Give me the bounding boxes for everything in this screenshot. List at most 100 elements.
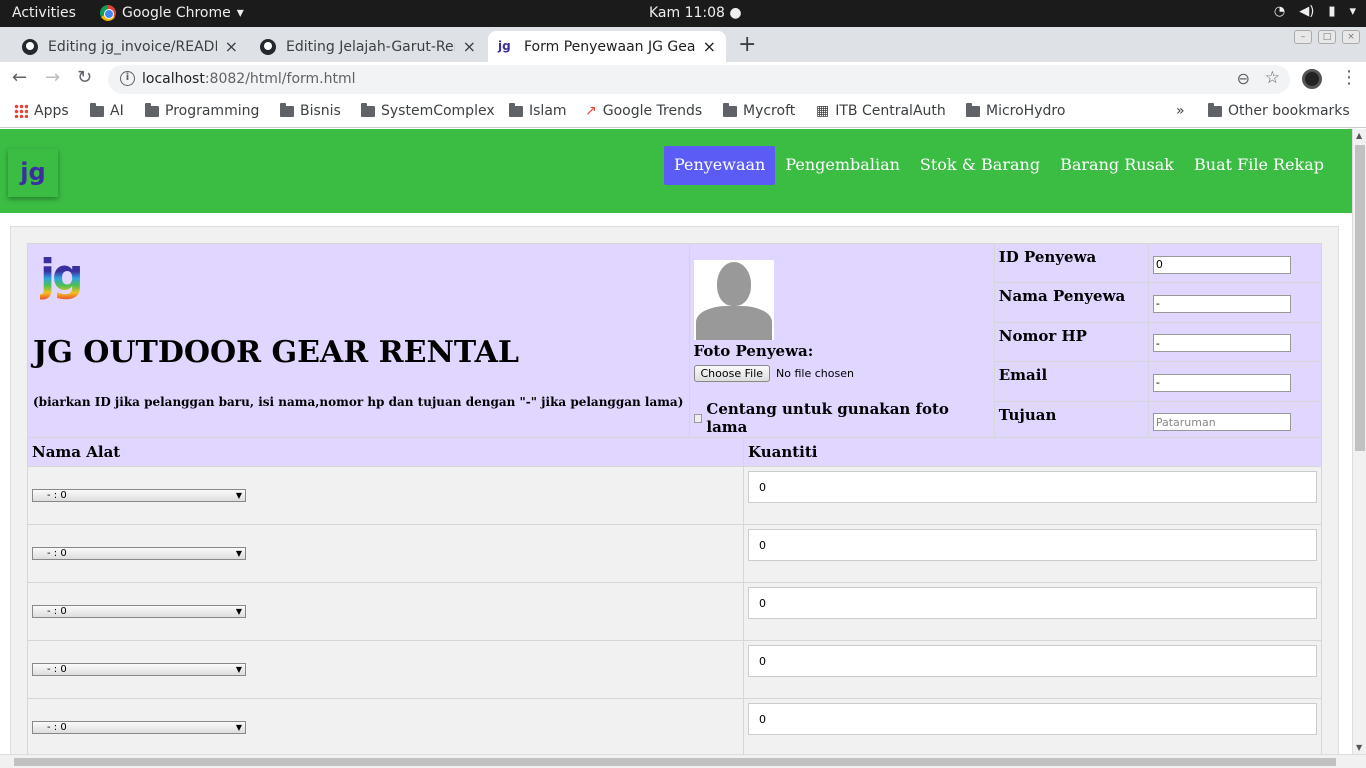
reload-icon[interactable]: ↻ (77, 67, 92, 88)
field-input-cell (1147, 400, 1323, 442)
bookmark-ai[interactable]: AI (90, 102, 124, 119)
scroll-thumb[interactable] (1355, 145, 1365, 451)
nav-barang-rusak[interactable]: Barang Rusak (1050, 146, 1184, 185)
tab-strip: Editing jg_invoice/READM × Editing Jelaj… (0, 27, 1366, 62)
table-row: - : 0 ▼ 0 (27, 582, 1322, 641)
close-icon[interactable]: × (225, 37, 238, 56)
bookmark-islam[interactable]: Islam (509, 102, 567, 119)
system-tray[interactable]: ◔ ◀) ▮ ▾ (1274, 4, 1356, 19)
volume-icon: ◀) (1299, 4, 1315, 19)
forward-icon[interactable]: → (45, 67, 60, 88)
new-tab-button[interactable]: + (738, 32, 756, 57)
nav-buat-file-rekap[interactable]: Buat File Rekap (1184, 146, 1334, 185)
item-select[interactable]: - : 0 ▼ (32, 721, 246, 734)
nama-penyewa-input[interactable] (1152, 294, 1291, 313)
back-icon[interactable]: ← (12, 67, 27, 88)
choose-file-button[interactable]: Choose File (693, 365, 771, 382)
field-label: Nama Penyewa (993, 282, 1149, 323)
item-select[interactable]: - : 0 ▼ (32, 663, 246, 676)
bookmark-systemcomplex[interactable]: SystemComplex (361, 102, 495, 119)
zoom-icon[interactable]: ⊖ (1237, 69, 1250, 88)
tujuan-input[interactable] (1152, 413, 1291, 432)
address-bar[interactable]: i localhost:8082/html/form.html ⊖ ☆ (108, 65, 1290, 94)
quantity-input[interactable]: 0 (748, 529, 1317, 561)
bookmark-programming[interactable]: Programming (145, 102, 259, 119)
scroll-down-icon[interactable]: ▼ (1356, 743, 1362, 752)
field-label: Nomor HP (993, 321, 1149, 363)
id-penyewa-input[interactable] (1152, 255, 1291, 274)
bookmark-itb-centralauth[interactable]: ▦ ITB CentralAuth (816, 103, 946, 119)
app-menu[interactable]: Google Chrome ▾ (100, 5, 244, 21)
chevron-down-icon: ▾ (236, 5, 244, 21)
clock[interactable]: Kam 11:08 ● (649, 5, 742, 21)
quantity-input[interactable]: 0 (748, 703, 1317, 735)
table-row: - : 0 ▼ 0 (27, 466, 1322, 525)
field-label: ID Penyewa (993, 242, 1149, 284)
bookmark-other[interactable]: Other bookmarks (1208, 102, 1350, 119)
nav-links: Penyewaan Pengembalian Stok & Barang Bar… (663, 146, 1334, 185)
scroll-up-icon[interactable]: ▲ (1356, 131, 1362, 140)
quantity-input[interactable]: 0 (748, 471, 1317, 503)
item-select[interactable]: - : 0 ▼ (32, 605, 246, 618)
use-old-photo-checkbox[interactable] (693, 413, 703, 423)
site-logo[interactable]: jg (8, 149, 58, 197)
bookmark-google-trends[interactable]: ↗ Google Trends (585, 103, 702, 119)
bookmarks-bar: Apps AI Programming Bisnis SystemComplex… (0, 96, 1366, 128)
github-icon (22, 38, 38, 55)
star-icon[interactable]: ☆ (1265, 68, 1280, 88)
app-name: Google Chrome (122, 5, 231, 21)
email-input[interactable] (1152, 373, 1291, 392)
apps-grid-icon (14, 104, 28, 118)
tab-readme[interactable]: Editing jg_invoice/READM × (12, 31, 248, 62)
trends-icon: ↗ (585, 103, 597, 119)
tab-title: Form Penyewaan JG Gear (524, 38, 695, 55)
minimize-icon[interactable]: – (1294, 30, 1312, 44)
profile-avatar[interactable] (1302, 69, 1322, 89)
bookmark-apps[interactable]: Apps (14, 103, 69, 119)
field-label: Email (993, 361, 1149, 402)
vertical-scrollbar[interactable]: ▲ ▼ (1352, 129, 1366, 754)
use-old-photo-row: Centang untuk gunakan foto lama (693, 400, 990, 436)
close-window-icon[interactable]: × (1342, 30, 1360, 44)
maximize-icon[interactable]: □ (1318, 30, 1336, 44)
horizontal-scrollbar[interactable] (0, 754, 1366, 768)
itb-icon: ▦ (816, 103, 830, 119)
scroll-thumb[interactable] (14, 758, 1336, 766)
form-container: jg JG OUTDOOR GEAR RENTAL (biarkan ID ji… (10, 226, 1339, 754)
item-select[interactable]: - : 0 ▼ (32, 547, 246, 560)
table-row: - : 0 ▼ 0 (27, 698, 1322, 754)
bookmark-bisnis[interactable]: Bisnis (280, 102, 341, 119)
tab-jelajah[interactable]: Editing Jelajah-Garut-Ren × (250, 31, 486, 62)
folder-icon (966, 102, 980, 117)
quantity-input[interactable]: 0 (748, 587, 1317, 619)
bookmark-microhydro[interactable]: MicroHydro (966, 102, 1065, 119)
activities-button[interactable]: Activities (12, 5, 76, 21)
field-input-cell (1147, 242, 1323, 284)
info-icon[interactable]: i (120, 71, 135, 86)
close-icon[interactable]: × (463, 37, 476, 56)
nav-penyewaan[interactable]: Penyewaan (663, 146, 776, 185)
page-viewport: jg Penyewaan Pengembalian Stok & Barang … (0, 129, 1352, 754)
use-old-photo-label: Centang untuk gunakan foto lama (706, 400, 949, 436)
file-input: Choose File No file chosen (693, 365, 990, 382)
github-icon (260, 38, 276, 55)
nav-stok-barang[interactable]: Stok & Barang (910, 146, 1050, 185)
item-select[interactable]: - : 0 ▼ (32, 489, 246, 502)
bookmark-mycroft[interactable]: Mycroft (723, 102, 795, 119)
folder-icon (509, 102, 523, 117)
site-navbar: jg Penyewaan Pengembalian Stok & Barang … (0, 129, 1352, 213)
quantity-input[interactable]: 0 (748, 645, 1317, 677)
nav-pengembalian[interactable]: Pengembalian (775, 146, 910, 185)
table-row: - : 0 ▼ 0 (27, 524, 1322, 583)
url-text[interactable]: localhost:8082/html/form.html (142, 71, 356, 87)
tab-form-penyewaan[interactable]: jg Form Penyewaan JG Gear × (488, 31, 726, 62)
nomor-hp-input[interactable] (1152, 334, 1291, 353)
photo-label: Foto Penyewa: (693, 342, 814, 360)
field-input-cell (1147, 361, 1323, 402)
folder-icon (723, 102, 737, 117)
folder-icon (361, 102, 375, 117)
menu-icon[interactable]: ⋮ (1340, 67, 1358, 88)
close-icon[interactable]: × (703, 37, 716, 56)
bookmarks-overflow-button[interactable]: » (1176, 103, 1185, 119)
dropdown-arrow-icon: ▼ (235, 549, 242, 558)
